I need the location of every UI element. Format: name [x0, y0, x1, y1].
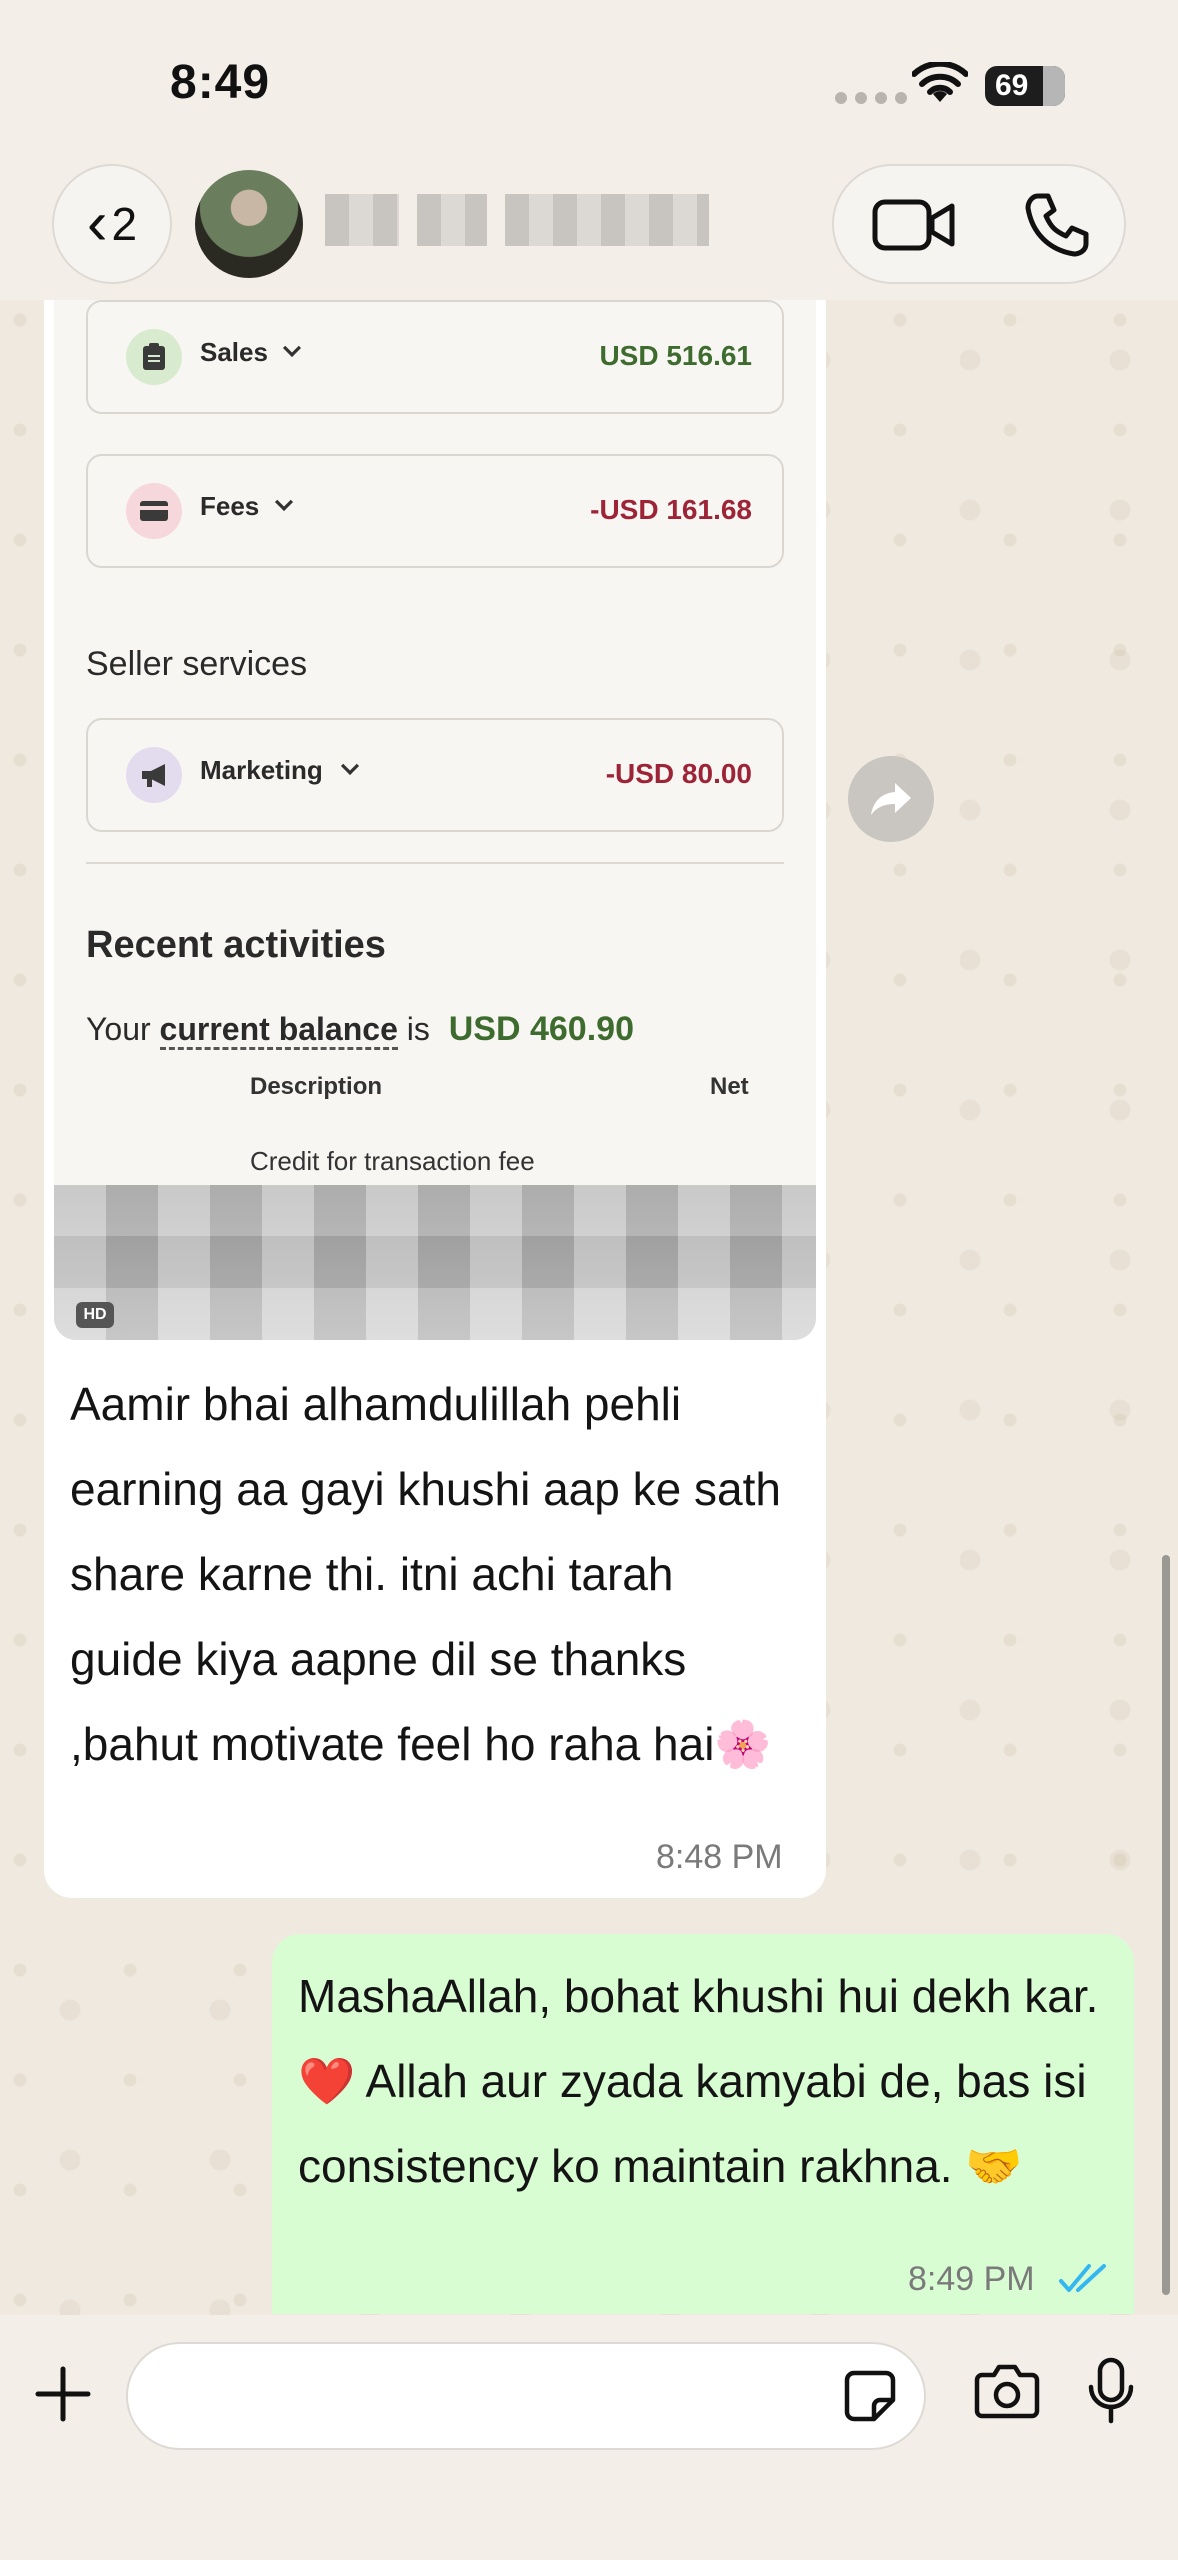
sales-card: Sales USD 516.61 — [86, 300, 784, 414]
card-label: Marketing — [200, 755, 323, 785]
outgoing-message-text: MashaAllah, bohat khushi hui dekh kar. ❤… — [298, 1970, 1099, 2192]
video-call-icon[interactable] — [872, 196, 956, 254]
status-time: 8:49 — [170, 56, 271, 109]
incoming-message-text: Aamir bhai alhamdulillah pehli earning a… — [70, 1378, 781, 1770]
section-title: Seller services — [86, 645, 308, 683]
activity-row-description: Credit for transaction fee — [250, 1146, 535, 1176]
unread-count: 2 — [111, 198, 138, 250]
outgoing-message-bubble[interactable]: MashaAllah, bohat khushi hui dekh kar. ❤… — [272, 1934, 1134, 2314]
outgoing-message-time: 8:49 PM — [908, 2260, 1035, 2298]
chevron-down-icon — [274, 492, 294, 512]
status-bar: 8:49 69 — [0, 0, 1178, 160]
balance-amount: USD 460.90 — [448, 1010, 634, 1048]
column-description: Description — [250, 1073, 383, 1100]
incoming-message-time: 8:48 PM — [656, 1838, 783, 1876]
balance-mid: is — [406, 1011, 430, 1047]
fees-card: Fees -USD 161.68 — [86, 454, 784, 568]
redacted-area — [54, 1185, 816, 1340]
wifi-icon — [912, 62, 968, 102]
column-net: Net — [710, 1073, 749, 1100]
card-label: Sales — [200, 337, 268, 367]
recent-activities-title: Recent activities — [86, 924, 386, 966]
forward-icon — [871, 783, 911, 815]
marketing-card: Marketing -USD 80.00 — [86, 718, 784, 832]
chevron-down-icon — [340, 756, 360, 776]
card-label: Fees — [200, 491, 260, 521]
hd-badge: HD — [76, 1302, 114, 1328]
call-actions — [832, 164, 1126, 284]
card-icon — [126, 483, 182, 539]
chevron-left-icon: ‹ — [86, 189, 108, 258]
camera-icon[interactable] — [974, 2363, 1040, 2419]
balance-prefix: Your — [86, 1011, 151, 1047]
message-input-bar — [0, 2315, 1178, 2560]
chevron-down-icon — [282, 338, 302, 358]
incoming-message-bubble[interactable]: Sales USD 516.61 Fees -USD 161.68 Seller… — [44, 300, 826, 1898]
plus-icon[interactable] — [34, 2365, 92, 2423]
card-amount: -USD 80.00 — [605, 758, 752, 789]
contact-name-redacted[interactable] — [325, 194, 709, 246]
clipboard-icon — [126, 329, 182, 385]
scrollbar[interactable] — [1162, 1555, 1170, 2295]
current-balance-link: current balance — [159, 1011, 398, 1050]
card-amount: USD 516.61 — [599, 340, 752, 371]
message-input[interactable] — [126, 2342, 926, 2450]
card-amount: -USD 161.68 — [590, 494, 752, 525]
shared-screenshot-image[interactable]: Sales USD 516.61 Fees -USD 161.68 Seller… — [54, 300, 816, 1340]
chat-header: ‹ 2 — [0, 160, 1178, 300]
battery-indicator: 69 — [985, 66, 1065, 106]
sticker-icon[interactable] — [844, 2370, 896, 2422]
balance-line: Your current balance is USD 460.90 — [86, 1010, 634, 1050]
contact-avatar[interactable] — [195, 170, 303, 278]
divider — [86, 862, 784, 864]
phone-call-icon[interactable] — [1024, 192, 1090, 258]
cellular-signal-icon — [835, 92, 907, 104]
megaphone-icon — [126, 747, 182, 803]
back-button[interactable]: ‹ 2 — [52, 164, 172, 284]
forward-button[interactable] — [848, 756, 934, 842]
read-receipt-icon — [1059, 2264, 1106, 2292]
microphone-icon[interactable] — [1086, 2357, 1136, 2425]
